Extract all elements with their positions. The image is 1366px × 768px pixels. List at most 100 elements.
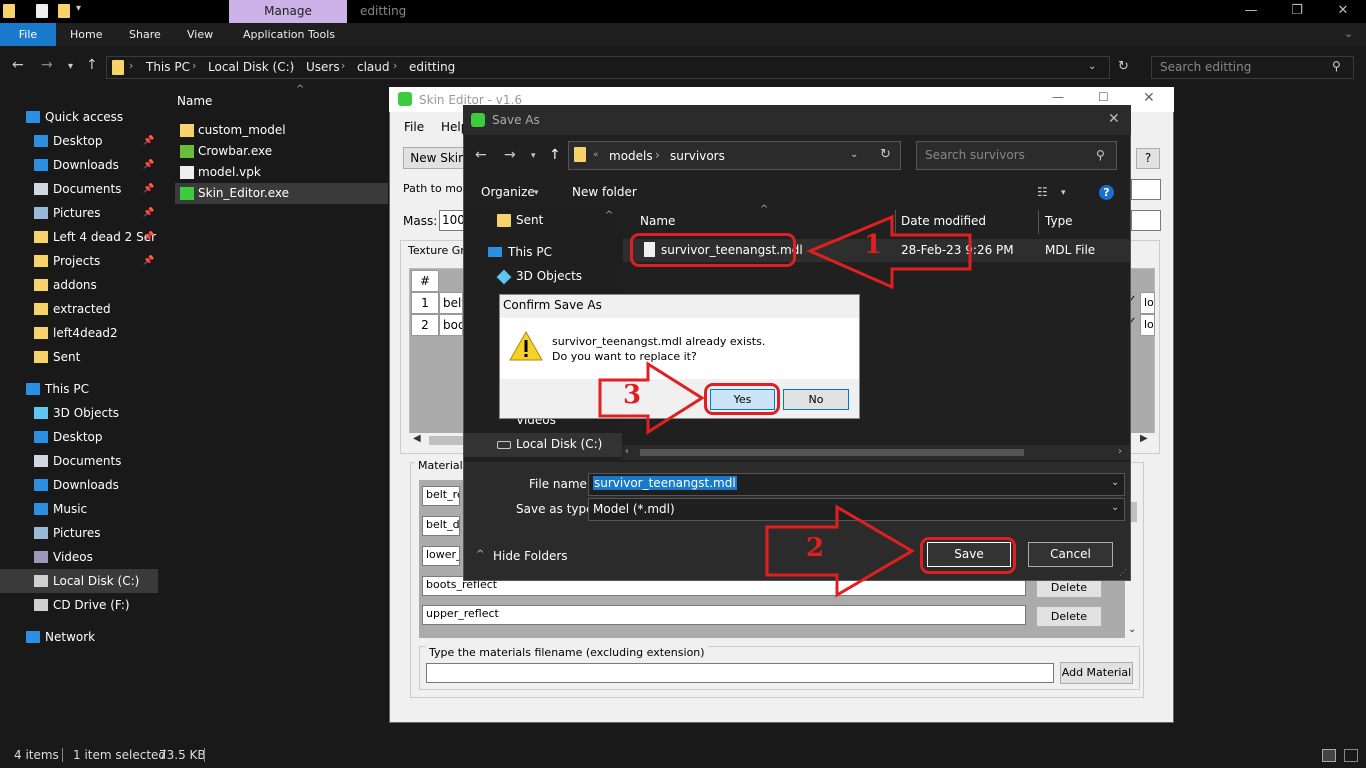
menu-file[interactable]: File <box>404 120 424 134</box>
help-icon[interactable]: ? <box>1099 185 1114 200</box>
forward-arrow-icon[interactable]: → <box>504 147 516 163</box>
sidebar-item[interactable]: Pictures <box>0 521 158 545</box>
up-arrow-icon[interactable]: ↑ <box>549 147 561 163</box>
column-header-name[interactable]: Name <box>640 214 675 228</box>
sidebar-item[interactable]: 3D Objects <box>0 401 158 425</box>
close-button[interactable]: ✕ <box>1320 0 1366 23</box>
view-options-icon[interactable]: ☷ <box>1037 185 1048 199</box>
tab-application-tools[interactable]: Application Tools <box>243 23 335 46</box>
breadcrumb-editting[interactable]: editting <box>409 60 455 74</box>
close-button[interactable]: ✕ <box>1143 90 1155 106</box>
chevron-right-icon[interactable]: › <box>341 59 345 72</box>
chevron-up-icon[interactable]: ^ <box>476 549 484 560</box>
pin-icon[interactable]: 📌 <box>143 177 154 201</box>
large-icons-view-icon[interactable] <box>1344 749 1358 762</box>
chevron-right-icon[interactable]: › <box>393 59 397 72</box>
sidebar-item[interactable]: This PC <box>0 377 158 401</box>
chevron-down-icon[interactable]: ⌄ <box>850 149 858 160</box>
tab-view[interactable]: View <box>187 23 213 46</box>
pin-icon[interactable]: 📌 <box>143 153 154 177</box>
pin-icon[interactable]: 📌 <box>143 225 154 249</box>
chevron-right-icon[interactable]: › <box>129 59 133 72</box>
column-divider[interactable] <box>1038 210 1039 234</box>
sidebar-item[interactable]: Local Disk (C:) <box>0 569 158 593</box>
sidebar-item[interactable]: Downloads <box>0 473 158 497</box>
sidebar-item[interactable]: Projects 📌 <box>0 249 158 273</box>
back-arrow-icon[interactable]: ← <box>12 57 24 73</box>
path-input[interactable] <box>1131 179 1161 200</box>
minimize-button[interactable]: — <box>1228 0 1274 23</box>
chevron-right-icon[interactable]: › <box>1118 446 1122 457</box>
grid-cell[interactable]: belt_ <box>439 292 463 314</box>
material-name-field[interactable]: upper_reflect <box>422 605 1026 625</box>
recent-locations-icon[interactable]: ▾ <box>68 61 73 72</box>
chevron-left-icon[interactable]: ‹ <box>625 446 629 457</box>
chevron-right-icon[interactable]: › <box>192 59 196 72</box>
breadcrumb-local-disk[interactable]: Local Disk (C:) <box>208 60 294 74</box>
hide-folders-button[interactable]: Hide Folders <box>493 549 568 563</box>
refresh-icon[interactable]: ↻ <box>1118 59 1129 74</box>
sidebar-item[interactable]: Desktop 📌 <box>0 129 158 153</box>
resize-grip-icon[interactable]: ⋰ <box>1119 568 1127 577</box>
breadcrumb-models[interactable]: models <box>609 149 653 163</box>
tab-share[interactable]: Share <box>129 23 161 46</box>
sidebar-item[interactable]: left4dead2 <box>0 321 158 345</box>
pin-icon[interactable]: 📌 <box>143 129 154 153</box>
sidebar-item[interactable]: Videos <box>0 545 158 569</box>
sidebar-item[interactable]: Quick access <box>0 105 158 129</box>
new-folder-icon[interactable] <box>58 4 70 18</box>
tab-home[interactable]: Home <box>70 23 102 46</box>
chevron-down-icon[interactable]: ⌄ <box>1111 477 1119 488</box>
sidebar-item[interactable]: Sent <box>0 345 158 369</box>
chevron-down-icon[interactable]: ⌄ <box>1088 61 1096 72</box>
sidebar-item[interactable]: Network <box>0 625 158 649</box>
customize-toolbar-icon[interactable]: ▾ <box>76 3 81 14</box>
search-input[interactable]: Search editting <box>1151 56 1354 79</box>
chevron-right-icon[interactable]: ▶ <box>1140 433 1148 444</box>
expand-ribbon-icon[interactable]: ⌄ <box>1344 27 1353 40</box>
grid-cell[interactable]: body <box>439 314 463 336</box>
pin-icon[interactable]: 📌 <box>143 249 154 273</box>
sidebar-item[interactable]: Documents <box>0 449 158 473</box>
up-arrow-icon[interactable]: ↑ <box>86 57 98 73</box>
skin-input[interactable] <box>1131 210 1161 231</box>
sidebar-item[interactable]: Left 4 dead 2 Ser 📌 <box>0 225 158 249</box>
overflow-icon[interactable]: « <box>593 150 599 160</box>
chevron-down-icon[interactable]: ▾ <box>1061 188 1066 198</box>
close-button[interactable]: ✕ <box>1108 111 1120 127</box>
column-header-name[interactable]: Name <box>177 94 212 108</box>
back-arrow-icon[interactable]: ← <box>475 147 487 163</box>
tree-item-this-pc[interactable]: This PC <box>508 245 552 259</box>
chevron-right-icon[interactable]: › <box>290 59 294 72</box>
sidebar-item[interactable]: Downloads 📌 <box>0 153 158 177</box>
breadcrumb-survivors[interactable]: survivors <box>670 149 725 163</box>
grid-cell[interactable]: lo <box>1140 314 1155 336</box>
maximize-button[interactable]: ☐ <box>1098 90 1109 104</box>
breadcrumb-claud[interactable]: claud <box>357 60 390 74</box>
cancel-button[interactable]: Cancel <box>1028 542 1113 567</box>
chevron-down-icon[interactable]: ⌄ <box>1111 502 1119 513</box>
file-item[interactable]: Crowbar.exe <box>175 141 388 162</box>
tree-item-sent[interactable]: Sent <box>516 213 543 227</box>
new-folder-button[interactable]: New folder <box>572 185 637 199</box>
properties-icon[interactable] <box>36 4 48 18</box>
sidebar-item[interactable]: addons <box>0 273 158 297</box>
help-button[interactable]: ? <box>1136 148 1160 169</box>
file-name-value[interactable]: survivor_teenangst.mdl <box>593 476 737 490</box>
tree-item-3d-objects[interactable]: 3D Objects <box>516 269 582 283</box>
refresh-icon[interactable]: ↻ <box>880 147 891 162</box>
delete-material-button[interactable]: Delete <box>1036 606 1102 627</box>
pin-icon[interactable]: 📌 <box>143 201 154 225</box>
tab-file[interactable]: File <box>0 23 56 46</box>
sidebar-item[interactable]: Music <box>0 497 158 521</box>
chevron-up-icon[interactable]: ^ <box>605 210 613 221</box>
sidebar-item[interactable]: CD Drive (F:) <box>0 593 158 617</box>
minimize-button[interactable]: — <box>1052 90 1064 104</box>
grid-cell[interactable]: lo <box>1140 292 1155 314</box>
material-name-field[interactable]: belt_diff <box>422 516 460 536</box>
organize-button[interactable]: Organize <box>481 185 535 199</box>
breadcrumb-this-pc[interactable]: This PC <box>146 60 190 74</box>
details-view-icon[interactable] <box>1322 749 1336 762</box>
sidebar-item[interactable]: extracted <box>0 297 158 321</box>
material-name-field[interactable]: belt_refl <box>422 486 460 506</box>
